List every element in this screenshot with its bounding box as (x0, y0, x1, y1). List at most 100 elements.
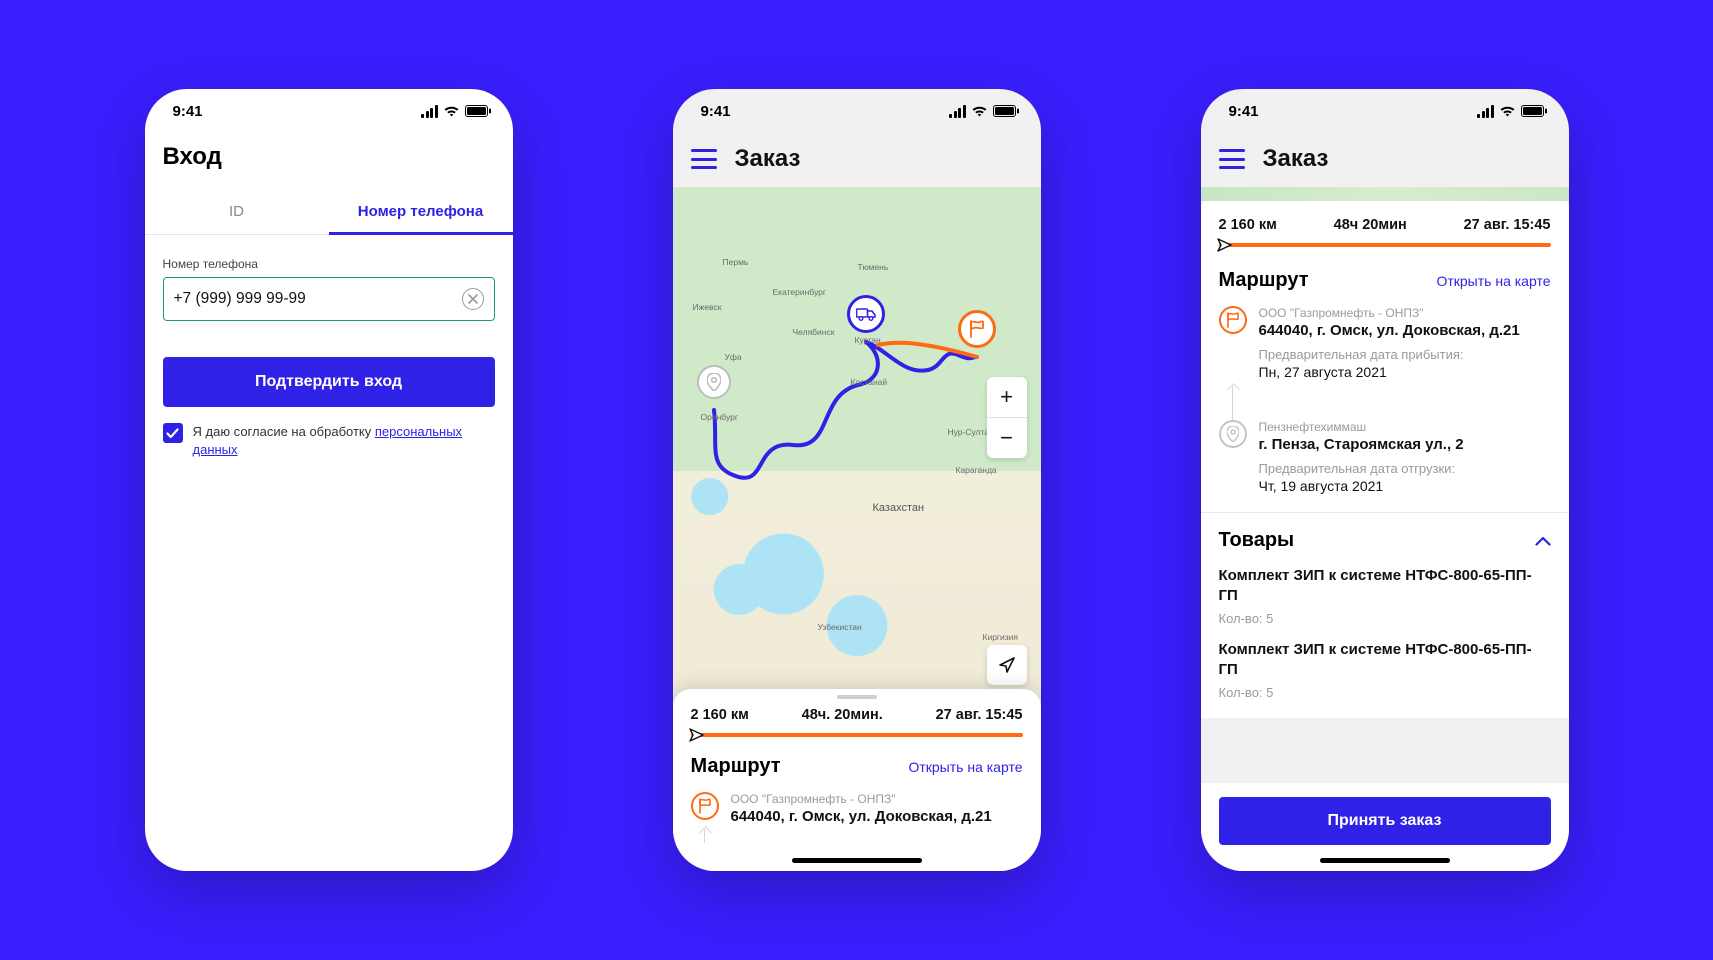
route-title: Маршрут (1219, 269, 1309, 292)
status-indicators (421, 105, 491, 118)
status-time: 9:41 (173, 103, 203, 120)
stop-company: ООО "Газпромнефть - ОНПЗ" (1259, 306, 1551, 320)
metric-arrival: 27 авг. 15:45 (936, 707, 1023, 723)
map-strip (1201, 187, 1569, 201)
eta-value: Пн, 27 августа 2021 (1259, 364, 1551, 380)
map-label: Караганда (956, 465, 997, 475)
stop-company: Пензнефтехиммаш (1259, 420, 1551, 434)
map-label: Ижевск (693, 302, 722, 312)
menu-icon[interactable] (1219, 149, 1245, 169)
locate-me-button[interactable] (987, 645, 1027, 685)
status-indicators (1477, 105, 1547, 118)
progress-cursor-icon (1217, 237, 1233, 253)
good-qty: Кол-во: 5 (1219, 685, 1551, 700)
tab-id[interactable]: ID (145, 189, 329, 234)
clear-input-icon[interactable] (462, 288, 484, 310)
metrics-row: 2 160 км 48ч. 20мин. 27 авг. 15:45 (691, 707, 1023, 723)
ship-value: Чт, 19 августа 2021 (1259, 478, 1551, 494)
chevron-up-icon (1535, 536, 1551, 546)
home-indicator (1320, 858, 1450, 863)
wifi-icon (443, 105, 460, 117)
battery-icon (465, 105, 491, 117)
app-header: Заказ (673, 133, 1041, 187)
wifi-icon (1499, 105, 1516, 117)
header-title: Заказ (1263, 145, 1329, 173)
home-indicator (792, 858, 922, 863)
progress-bar (691, 733, 1023, 737)
status-indicators (949, 105, 1019, 118)
open-map-link[interactable]: Открыть на карте (1436, 273, 1550, 289)
map[interactable]: Пермь Ижевск Екатеринбург Тюмень Челябин… (673, 187, 1041, 703)
signal-icon (1477, 105, 1494, 118)
signal-icon (949, 105, 966, 118)
stop-address: г. Пенза, Староямская ул., 2 (1259, 436, 1551, 453)
phone-input[interactable] (174, 290, 454, 308)
status-bar: 9:41 (145, 89, 513, 133)
header-title: Заказ (735, 145, 801, 173)
wifi-icon (971, 105, 988, 117)
progress-cursor-icon (689, 727, 705, 743)
phone-login: 9:41 Вход ID Номер телефона Номер телефо… (145, 89, 513, 871)
open-map-link[interactable]: Открыть на карте (908, 759, 1022, 775)
phone-order-detail: 9:41 Заказ 2 160 км 48ч 20мин 27 авг. 15… (1201, 89, 1569, 871)
map-label: Пермь (723, 257, 749, 267)
metric-distance: 2 160 км (691, 707, 749, 723)
signal-icon (421, 105, 438, 118)
map-label: Киргизия (983, 632, 1019, 642)
app-header: Заказ (1201, 133, 1569, 187)
bottom-sheet[interactable]: 2 160 км 48ч. 20мин. 27 авг. 15:45 Маршр… (673, 689, 1041, 871)
battery-icon (993, 105, 1019, 117)
login-title: Вход (163, 143, 495, 171)
confirm-login-button[interactable]: Подтвердить вход (163, 357, 495, 407)
pin-destination-icon (958, 310, 996, 348)
map-label: Тюмень (858, 262, 889, 272)
consent-prefix: Я даю согласие на обработку (193, 424, 375, 439)
location-icon (1219, 420, 1247, 448)
status-time: 9:41 (701, 103, 731, 120)
metrics-row: 2 160 км 48ч 20мин 27 авг. 15:45 (1219, 217, 1551, 233)
stop-address: 644040, г. Омск, ул. Доковская, д.21 (1259, 322, 1551, 339)
phone-input-wrap (163, 277, 495, 321)
flag-icon (691, 792, 719, 820)
pin-truck-icon (847, 295, 885, 333)
flag-icon (1219, 306, 1247, 334)
eta-label: Предварительная дата прибытия: (1259, 347, 1551, 362)
menu-icon[interactable] (691, 149, 717, 169)
good-name: Комплект ЗИП к системе НТФС-800-65-ПП-ГП (1219, 640, 1551, 679)
map-label: Екатеринбург (773, 287, 826, 297)
status-bar: 9:41 (1201, 89, 1569, 133)
phone-map: 9:41 Заказ Пермь Ижевск Екатеринбург Тюм… (673, 89, 1041, 871)
good-name: Комплект ЗИП к системе НТФС-800-65-ПП-ГП (1219, 566, 1551, 605)
metric-distance: 2 160 км (1219, 217, 1277, 233)
consent-checkbox[interactable] (163, 423, 183, 443)
route-title: Маршрут (691, 755, 781, 778)
accept-order-button[interactable]: Принять заказ (1219, 797, 1551, 845)
compass-icon (998, 656, 1016, 674)
map-label: Узбекистан (818, 622, 862, 632)
good-qty: Кол-во: 5 (1219, 611, 1551, 626)
status-time: 9:41 (1229, 103, 1259, 120)
map-label: Костанай (851, 377, 888, 387)
good-item: Комплект ЗИП к системе НТФС-800-65-ПП-ГП… (1219, 640, 1551, 700)
login-tabs: ID Номер телефона (145, 189, 513, 235)
phone-label: Номер телефона (163, 257, 495, 271)
goods-title: Товары (1219, 529, 1295, 552)
status-bar: 9:41 (673, 89, 1041, 133)
map-zoom-controls: + − (987, 377, 1027, 458)
zoom-out-button[interactable]: − (987, 418, 1027, 458)
goods-toggle[interactable]: Товары (1219, 529, 1551, 552)
metric-duration: 48ч 20мин (1334, 217, 1407, 233)
pin-start-icon (697, 365, 731, 399)
metric-duration: 48ч. 20мин. (802, 707, 883, 723)
stop-address: 644040, г. Омск, ул. Доковская, д.21 (731, 808, 1023, 825)
consent-text: Я даю согласие на обработку персональных… (193, 423, 495, 459)
map-label: Казахстан (873, 502, 925, 514)
battery-icon (1521, 105, 1547, 117)
map-label: Оренбург (701, 412, 738, 422)
zoom-in-button[interactable]: + (987, 377, 1027, 417)
map-label: Уфа (725, 352, 742, 362)
tab-phone[interactable]: Номер телефона (329, 189, 513, 235)
progress-bar (1219, 243, 1551, 247)
good-item: Комплект ЗИП к системе НТФС-800-65-ПП-ГП… (1219, 566, 1551, 626)
map-label: Челябинск (793, 327, 835, 337)
